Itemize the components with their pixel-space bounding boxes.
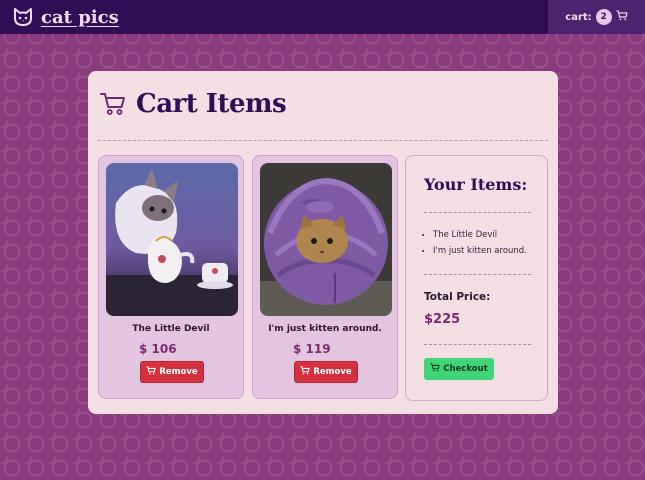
cart-link[interactable]: cart: 2 <box>548 0 645 34</box>
summary-item-list: The Little Devil I'm just kitten around. <box>424 230 527 262</box>
remove-label: Remove <box>159 367 198 377</box>
cart-icon <box>430 363 440 375</box>
summary-title: Your Items: <box>424 175 528 194</box>
item-photo <box>260 163 392 316</box>
checkout-label: Checkout <box>443 364 488 374</box>
total-price-label: Total Price: <box>424 291 491 303</box>
remove-button[interactable]: Remove <box>294 361 358 383</box>
cart-panel: Cart Items The Little Devil $ 106 Remove… <box>88 71 558 414</box>
item-price: $ 106 <box>139 342 177 356</box>
list-item: I'm just kitten around. <box>433 246 527 256</box>
cart-icon <box>146 366 156 378</box>
cart-icon <box>300 366 310 378</box>
cart-label: cart: <box>565 11 592 23</box>
item-name: I'm just kitten around. <box>268 324 382 334</box>
remove-button[interactable]: Remove <box>140 361 204 383</box>
item-photo <box>106 163 238 316</box>
divider <box>98 140 548 141</box>
page-heading: Cart Items <box>100 89 287 119</box>
page-title: Cart Items <box>136 89 287 119</box>
cart-item-card: The Little Devil $ 106 Remove <box>98 155 244 399</box>
item-price: $ 119 <box>293 342 331 356</box>
item-name: The Little Devil <box>132 324 210 334</box>
total-price-value: $225 <box>424 312 461 327</box>
checkout-button[interactable]: Checkout <box>424 358 494 380</box>
divider <box>424 274 531 275</box>
order-summary: Your Items: The Little Devil I'm just ki… <box>405 155 548 401</box>
brand-link[interactable]: cat pics <box>12 7 119 28</box>
cart-icon <box>616 10 628 24</box>
divider <box>424 344 531 345</box>
cat-face-icon <box>12 7 34 27</box>
remove-label: Remove <box>313 367 352 377</box>
list-item: The Little Devil <box>433 230 527 240</box>
cart-item-card: I'm just kitten around. $ 119 Remove <box>252 155 398 399</box>
top-navbar: cat pics cart: 2 <box>0 0 645 34</box>
divider <box>424 212 531 213</box>
cart-icon <box>100 92 126 116</box>
brand-name[interactable]: cat pics <box>41 7 119 28</box>
cart-count-badge: 2 <box>595 9 612 25</box>
